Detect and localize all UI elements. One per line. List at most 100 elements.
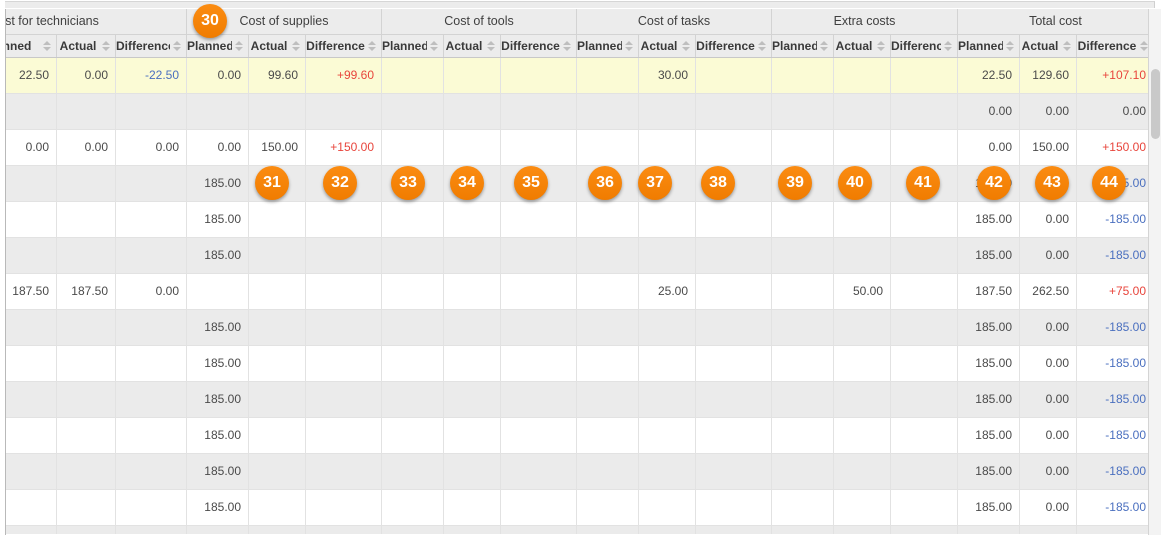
table-cell[interactable]: [577, 454, 639, 489]
table-cell[interactable]: [306, 382, 382, 417]
table-cell[interactable]: [834, 202, 891, 237]
table-cell[interactable]: 0.00: [1020, 454, 1077, 489]
table-cell[interactable]: [444, 238, 501, 273]
table-cell[interactable]: [306, 238, 382, 273]
sort-arrows-icon[interactable]: [292, 41, 301, 51]
table-cell[interactable]: [57, 490, 116, 525]
column-header-8[interactable]: Difference: [501, 35, 577, 57]
table-cell[interactable]: [577, 526, 639, 534]
table-cell[interactable]: [382, 490, 444, 525]
table-cell[interactable]: [501, 274, 577, 309]
table-cell[interactable]: 185.00: [187, 346, 249, 381]
table-cell[interactable]: 0.00: [958, 94, 1020, 129]
table-cell[interactable]: 262.50: [1020, 274, 1077, 309]
table-cell[interactable]: [577, 94, 639, 129]
table-cell[interactable]: [306, 526, 382, 534]
table-cell[interactable]: [577, 130, 639, 165]
table-cell[interactable]: [577, 490, 639, 525]
table-cell[interactable]: [772, 418, 834, 453]
column-header-1[interactable]: Actual: [57, 35, 116, 57]
table-cell[interactable]: 50.00: [834, 274, 891, 309]
table-cell[interactable]: [249, 310, 306, 345]
table-cell[interactable]: 187.50: [57, 274, 116, 309]
sort-arrows-icon[interactable]: [102, 41, 111, 51]
table-cell[interactable]: -185.00: [1077, 346, 1154, 381]
table-cell[interactable]: [382, 130, 444, 165]
table-cell[interactable]: [249, 490, 306, 525]
table-cell[interactable]: [444, 346, 501, 381]
table-row[interactable]: 185.00185.000.00-185.00: [6, 382, 1159, 418]
table-row[interactable]: 185.00185.000.00-185.00: [6, 454, 1159, 490]
table-row[interactable]: 185.00185.000.00-185.00: [6, 310, 1159, 346]
table-cell[interactable]: [772, 526, 834, 534]
table-cell[interactable]: [249, 418, 306, 453]
table-cell[interactable]: [834, 418, 891, 453]
table-cell[interactable]: 185.00: [958, 346, 1020, 381]
table-cell[interactable]: [577, 382, 639, 417]
table-cell[interactable]: [772, 382, 834, 417]
table-cell[interactable]: 99.60: [249, 58, 306, 93]
table-cell[interactable]: [639, 418, 696, 453]
vertical-scrollbar[interactable]: [1148, 9, 1161, 535]
table-cell[interactable]: 185.00: [187, 418, 249, 453]
table-cell[interactable]: [577, 58, 639, 93]
table-cell[interactable]: [891, 238, 958, 273]
table-row[interactable]: 0.00 0.00 0.00: [6, 94, 1159, 130]
table-cell[interactable]: [501, 130, 577, 165]
table-cell[interactable]: 185.00: [187, 238, 249, 273]
table-cell[interactable]: [501, 58, 577, 93]
table-cell[interactable]: [382, 58, 444, 93]
table-cell[interactable]: [6, 418, 57, 453]
table-cell[interactable]: [891, 94, 958, 129]
table-cell[interactable]: [696, 418, 772, 453]
table-cell[interactable]: 150.00: [1020, 130, 1077, 165]
table-row[interactable]: [6, 526, 1159, 534]
sort-arrows-icon[interactable]: [368, 41, 377, 51]
table-cell[interactable]: 185.00: [958, 418, 1020, 453]
table-cell[interactable]: [444, 274, 501, 309]
table-cell[interactable]: [834, 346, 891, 381]
table-cell[interactable]: [958, 526, 1020, 534]
table-cell[interactable]: [696, 94, 772, 129]
table-cell[interactable]: [639, 346, 696, 381]
table-cell[interactable]: -185.00: [1077, 202, 1154, 237]
column-header-11[interactable]: Difference: [696, 35, 772, 57]
table-cell[interactable]: [116, 454, 187, 489]
table-cell[interactable]: 25.00: [639, 274, 696, 309]
table-cell[interactable]: [382, 526, 444, 534]
table-cell[interactable]: [444, 526, 501, 534]
table-cell[interactable]: [57, 382, 116, 417]
table-cell[interactable]: [382, 274, 444, 309]
table-cell[interactable]: [444, 310, 501, 345]
column-header-5[interactable]: Difference: [306, 35, 382, 57]
table-cell[interactable]: [249, 382, 306, 417]
table-cell[interactable]: [891, 202, 958, 237]
table-cell[interactable]: [891, 274, 958, 309]
table-cell[interactable]: 185.00: [958, 238, 1020, 273]
table-cell[interactable]: [249, 202, 306, 237]
table-cell[interactable]: 0.00: [116, 274, 187, 309]
table-cell[interactable]: 150.00: [249, 130, 306, 165]
table-cell[interactable]: [772, 94, 834, 129]
sort-arrows-icon[interactable]: [563, 41, 572, 51]
table-cell[interactable]: [444, 202, 501, 237]
table-cell[interactable]: [382, 310, 444, 345]
table-cell[interactable]: [891, 310, 958, 345]
table-cell[interactable]: [639, 202, 696, 237]
table-cell[interactable]: [639, 454, 696, 489]
table-cell[interactable]: [772, 274, 834, 309]
table-cell[interactable]: [249, 346, 306, 381]
table-cell[interactable]: 22.50: [6, 58, 57, 93]
table-cell[interactable]: 0.00: [1020, 346, 1077, 381]
table-cell[interactable]: 0.00: [116, 130, 187, 165]
table-cell[interactable]: [696, 346, 772, 381]
table-cell[interactable]: [834, 454, 891, 489]
table-cell[interactable]: 0.00: [57, 58, 116, 93]
table-cell[interactable]: [444, 130, 501, 165]
table-cell[interactable]: [501, 310, 577, 345]
table-cell[interactable]: 185.00: [187, 310, 249, 345]
table-cell[interactable]: [306, 94, 382, 129]
table-cell[interactable]: [772, 238, 834, 273]
table-cell[interactable]: [444, 58, 501, 93]
table-cell[interactable]: [57, 202, 116, 237]
